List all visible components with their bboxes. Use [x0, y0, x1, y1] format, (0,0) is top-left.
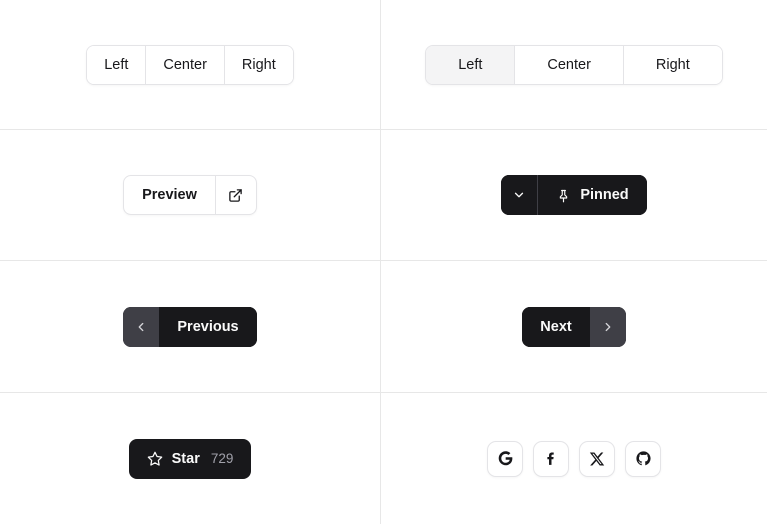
external-link-icon[interactable] [216, 176, 256, 214]
chevron-left-icon[interactable] [123, 306, 160, 347]
facebook-icon [543, 450, 560, 467]
segment-left[interactable]: Left [87, 45, 147, 84]
chevron-right-icon[interactable] [589, 306, 626, 347]
google-button[interactable] [487, 440, 523, 477]
star-icon [147, 451, 163, 467]
cell-pinned-button: Pinned [381, 130, 767, 261]
star-button-group[interactable]: Star 729 [128, 438, 252, 479]
x-icon [589, 451, 605, 467]
segment-right[interactable]: Right [224, 45, 293, 84]
cell-star-button: Star 729 [0, 393, 381, 524]
pinned-button[interactable]: Pinned [538, 175, 647, 215]
previous-split-button[interactable]: Previous [123, 306, 257, 347]
next-split-button[interactable]: Next [522, 306, 626, 347]
star-label: Star [171, 450, 200, 467]
pin-icon [556, 188, 571, 203]
preview-split-button[interactable]: Preview [123, 175, 257, 215]
x-button[interactable] [579, 440, 615, 477]
github-icon [635, 450, 652, 467]
pinned-label: Pinned [580, 187, 629, 203]
segmented-control-plain[interactable]: Left Center Right [86, 44, 294, 85]
cell-previous-button: Previous [0, 261, 381, 393]
star-button[interactable]: Star 729 [128, 438, 252, 479]
preview-button[interactable]: Preview [124, 176, 216, 214]
segment-center[interactable]: Center [146, 45, 225, 84]
previous-label: Previous [177, 318, 239, 335]
segment-left-selected[interactable]: Left [426, 45, 516, 84]
star-count: 729 [210, 450, 234, 466]
github-button[interactable] [625, 440, 661, 477]
facebook-button[interactable] [533, 440, 569, 477]
chevron-down-icon[interactable] [501, 175, 538, 215]
next-label: Next [540, 318, 572, 335]
segmented-control-selected[interactable]: Left Center Right [425, 44, 723, 85]
pinned-split-button[interactable]: Pinned [501, 175, 647, 215]
google-icon [497, 450, 514, 467]
cell-segmented-plain: Left Center Right [0, 0, 381, 130]
social-button-row [487, 440, 661, 477]
previous-button[interactable]: Previous [159, 306, 257, 347]
cell-social-buttons [381, 393, 767, 524]
button-showcase-grid: Left Center Right Left Center Right Prev… [0, 0, 767, 524]
cell-next-button: Next [381, 261, 767, 393]
segment-center[interactable]: Center [515, 45, 624, 84]
cell-preview-button: Preview [0, 130, 381, 261]
segment-right[interactable]: Right [623, 45, 722, 84]
cell-segmented-selected: Left Center Right [381, 0, 767, 130]
next-button[interactable]: Next [522, 306, 590, 347]
